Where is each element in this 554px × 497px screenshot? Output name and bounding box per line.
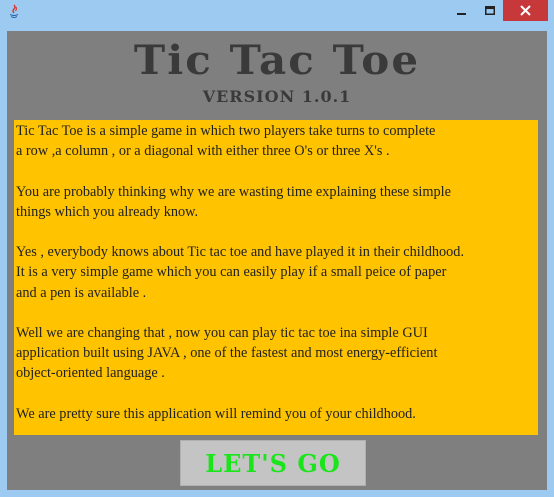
description-paragraph: Well we are changing that , now you can … bbox=[16, 324, 438, 382]
version-label: VERSION 1.0.1 bbox=[202, 87, 352, 106]
app-title: Tic Tac Toe bbox=[133, 37, 421, 84]
description-paragraph: We are pretty sure this application will… bbox=[16, 405, 416, 422]
description-paragraph: Tic Tac Toe is a simple game in which tw… bbox=[16, 123, 436, 160]
maximize-icon[interactable] bbox=[476, 0, 503, 21]
main-panel: Tic Tac Toe VERSION 1.0.1 Tic Tac Toe is… bbox=[7, 31, 547, 490]
java-app-icon[interactable] bbox=[6, 4, 22, 20]
lets-go-button[interactable]: LET'S GO bbox=[180, 440, 366, 486]
close-icon[interactable] bbox=[503, 0, 548, 21]
description-paragraph: Yes , everybody knows about Tic tac toe … bbox=[16, 244, 465, 301]
description-text-area: Tic Tac Toe is a simple game in which tw… bbox=[14, 120, 538, 435]
window-titlebar[interactable] bbox=[0, 0, 554, 24]
minimize-icon[interactable] bbox=[448, 0, 476, 21]
description-paragraph: You are probably thinking why we are was… bbox=[16, 183, 451, 220]
